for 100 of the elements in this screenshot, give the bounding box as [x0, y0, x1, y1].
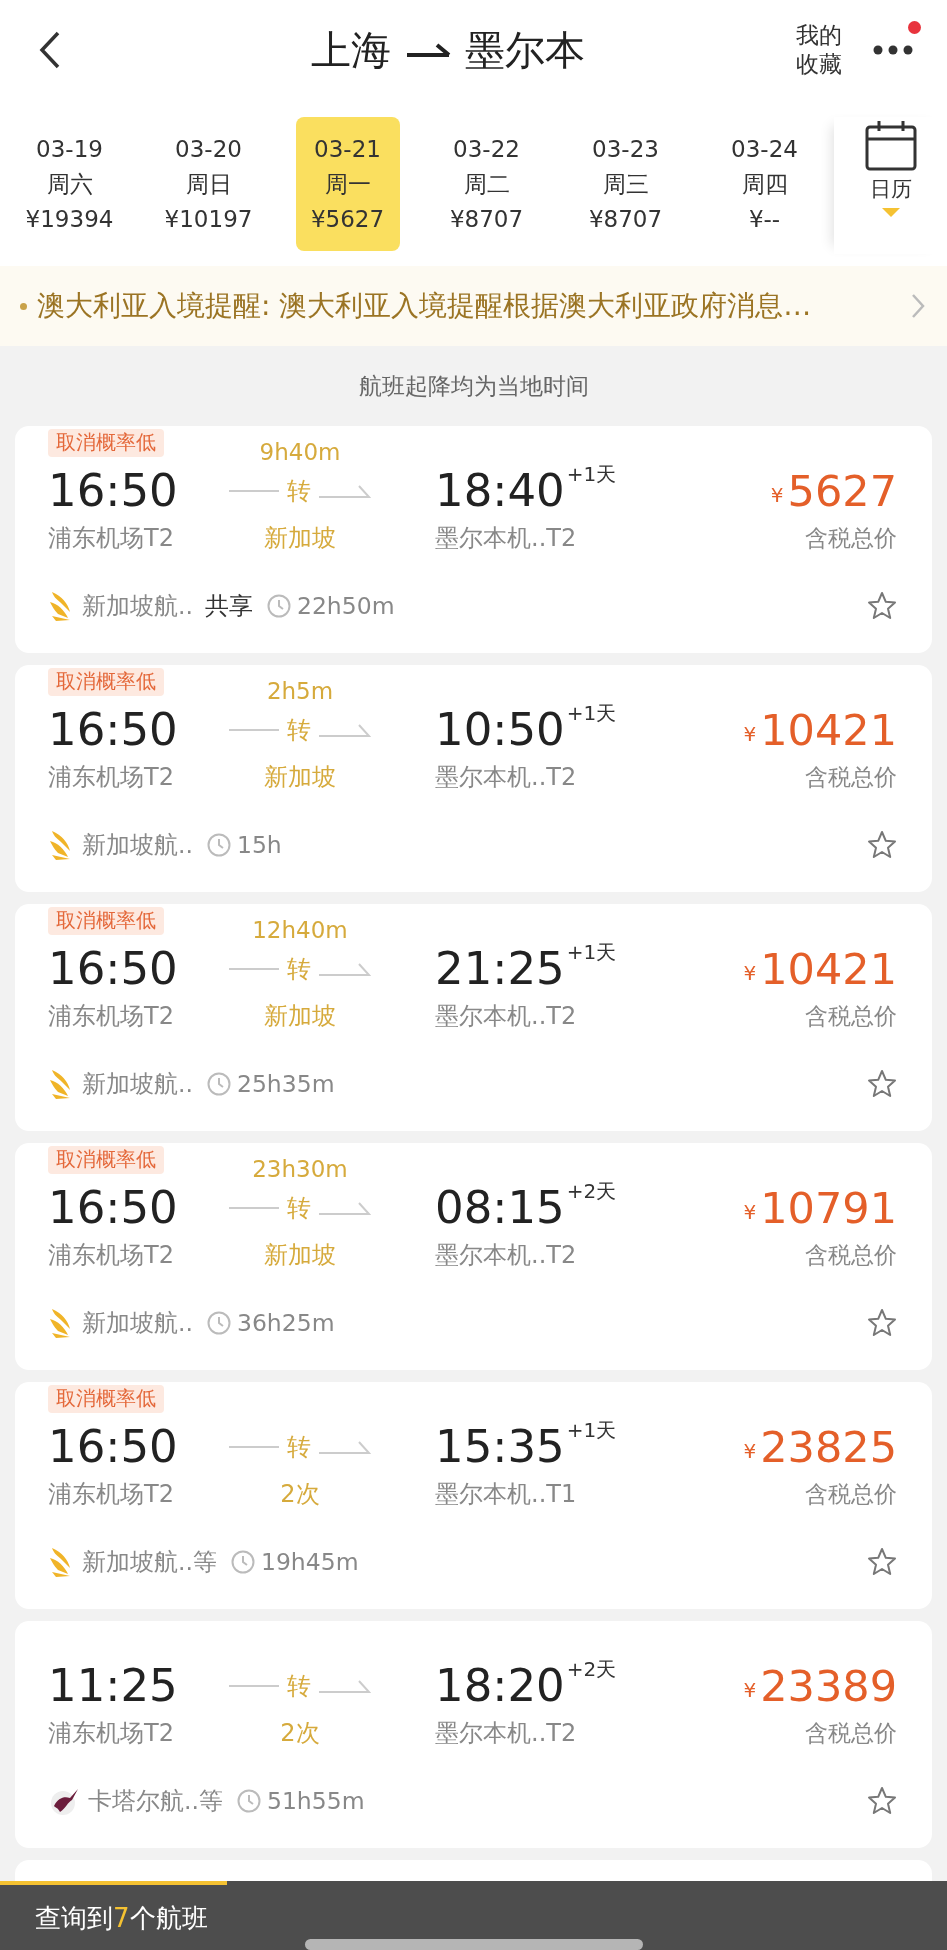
origin-city: 上海: [311, 25, 392, 75]
departure-airport: 浦东机场T2: [48, 1240, 175, 1270]
route-line: [229, 1206, 279, 1210]
flight-duration: 36h25m: [236, 1309, 335, 1337]
route-line: [229, 967, 279, 971]
price-amount: 10421: [760, 704, 897, 757]
arrival-time: 21:25: [435, 941, 565, 997]
route-line: [229, 728, 279, 732]
flight-duration: 51h55m: [266, 1787, 365, 1815]
favorites-link[interactable]: 我的收藏: [794, 21, 843, 79]
back-icon[interactable]: [38, 30, 62, 70]
star-icon[interactable]: [867, 1069, 897, 1099]
airline-name: 新加坡航..: [82, 591, 193, 622]
clock-icon: [230, 1550, 255, 1574]
transfer-stop: 新加坡: [264, 1240, 336, 1270]
arrival-airport: 墨尔本机..T2: [435, 523, 578, 553]
arrival-time: 15:35: [435, 1419, 565, 1475]
price-label: 含税总价: [805, 763, 897, 792]
arrival-time: 08:15: [435, 1180, 565, 1236]
departure-time: 16:50: [48, 941, 179, 997]
departure-airport: 浦东机场T2: [48, 523, 175, 553]
bullet-dot: [20, 302, 27, 310]
departure-time: 16:50: [48, 1180, 179, 1236]
currency-symbol: ¥: [743, 1439, 757, 1463]
price-amount: 10421: [760, 943, 897, 996]
price-label: 含税总价: [805, 1480, 897, 1509]
calendar-icon[interactable]: [864, 119, 917, 171]
star-icon[interactable]: [867, 591, 897, 621]
currency-symbol: ¥: [743, 1200, 757, 1224]
destination-city: 墨尔本: [465, 25, 586, 75]
flight-duration: 22h50m: [296, 592, 395, 620]
price-amount: 23389: [760, 1660, 897, 1713]
date-tab[interactable]: 03-21 周一 ¥5627: [295, 117, 400, 251]
calendar-label[interactable]: 日历: [869, 175, 912, 203]
departure-time: 16:50: [48, 463, 179, 519]
currency-symbol: ¥: [743, 961, 757, 985]
more-icon[interactable]: [873, 45, 913, 55]
currency-symbol: ¥: [743, 1678, 757, 1702]
star-icon[interactable]: [867, 1786, 897, 1816]
day-offset: +2天: [566, 1178, 617, 1205]
airline-name: 新加坡航..: [82, 1069, 193, 1100]
arrival-time: 18:40: [435, 463, 565, 519]
currency-symbol: ¥: [743, 722, 757, 746]
day-offset: +1天: [566, 1417, 617, 1444]
star-icon[interactable]: [867, 1308, 897, 1338]
price-label: 含税总价: [805, 1241, 897, 1270]
day-offset: +2天: [566, 1656, 617, 1683]
transfer-label: 转: [287, 954, 311, 985]
clock-icon: [236, 1789, 261, 1813]
day-offset: +1天: [566, 939, 617, 966]
price-amount: 10791: [760, 1182, 897, 1235]
price-label: 含税总价: [805, 1002, 897, 1031]
currency-symbol: ¥: [770, 483, 784, 507]
price-amount: 23825: [760, 1421, 897, 1474]
flight-duration: 15h: [236, 831, 282, 859]
transfer-label: 转: [287, 1432, 311, 1463]
date-tab[interactable]: 03-22 周二 ¥8707: [434, 117, 539, 251]
transfer-stop: 2次: [280, 1479, 320, 1509]
route-line: [229, 1684, 279, 1688]
cancel-rate-tag: 取消概率低: [48, 668, 164, 696]
transfer-label: 转: [287, 1193, 311, 1224]
flight-duration: 19h45m: [260, 1548, 359, 1576]
date-tab[interactable]: 03-20 周日 ¥10197: [156, 117, 261, 251]
price-label: 含税总价: [805, 524, 897, 553]
date-tab[interactable]: 03-19 周六 ¥19394: [17, 117, 122, 251]
star-icon[interactable]: [867, 1547, 897, 1577]
price-label: 含税总价: [805, 1719, 897, 1748]
arrival-airport: 墨尔本机..T1: [435, 1479, 578, 1509]
arrival-airport: 墨尔本机..T2: [435, 1240, 578, 1270]
date-tab[interactable]: 03-24 周四 ¥--: [712, 117, 817, 251]
transfer-label: 转: [287, 715, 311, 746]
layover-duration: 12h40m: [252, 917, 348, 943]
arrival-time: 18:20: [435, 1658, 565, 1714]
airline-name: 新加坡航..: [82, 830, 193, 861]
transfer-label: 转: [287, 1671, 311, 1702]
codeshare-label: 共享: [204, 591, 253, 622]
departure-airport: 浦东机场T2: [48, 1001, 175, 1031]
departure-airport: 浦东机场T2: [48, 1718, 175, 1748]
dropdown-triangle-icon: [880, 207, 901, 218]
departure-airport: 浦东机场T2: [48, 1479, 175, 1509]
departure-time: 16:50: [48, 702, 179, 758]
arrival-time: 10:50: [435, 702, 565, 758]
star-icon[interactable]: [867, 830, 897, 860]
flight-duration: 25h35m: [236, 1070, 335, 1098]
route-line: [229, 489, 279, 493]
local-time-hint: 航班起降均为当地时间: [358, 371, 589, 401]
clock-icon: [206, 1072, 231, 1096]
result-count-text: 查询到7个航班: [35, 1901, 208, 1935]
transfer-stop: 新加坡: [264, 762, 336, 792]
clock-icon: [266, 594, 291, 618]
cancel-rate-tag: 取消概率低: [48, 1385, 164, 1413]
cancel-rate-tag: 取消概率低: [48, 429, 164, 457]
clock-icon: [206, 1311, 231, 1335]
clock-icon: [206, 833, 231, 857]
transfer-stop: 新加坡: [264, 1001, 336, 1031]
route-line: [229, 1445, 279, 1449]
arrival-airport: 墨尔本机..T2: [435, 762, 578, 792]
arrival-airport: 墨尔本机..T2: [435, 1718, 578, 1748]
date-tab[interactable]: 03-23 周三 ¥8707: [573, 117, 678, 251]
transfer-stop: 新加坡: [264, 523, 336, 553]
